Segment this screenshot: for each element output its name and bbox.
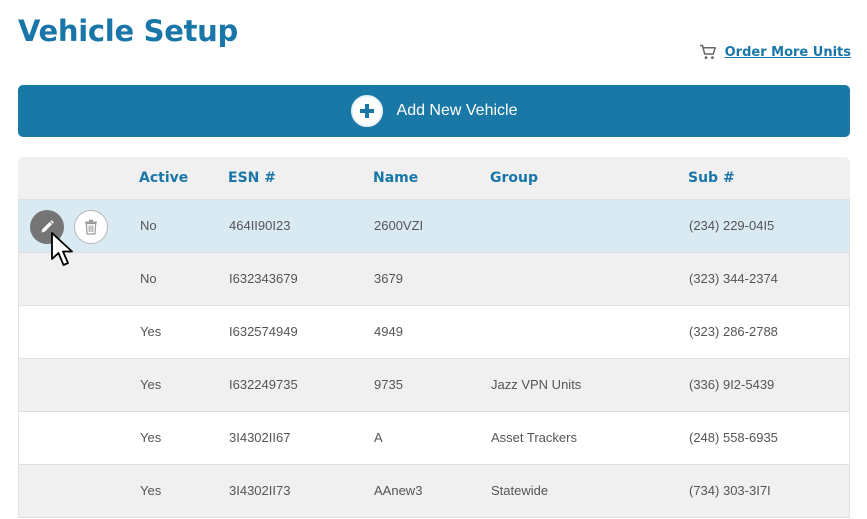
cell-sub: (336) 9I2-5439 [689,377,775,392]
cell-active: Yes [140,483,162,498]
cell-name: A [374,430,383,445]
cell-group: Statewide [491,483,549,498]
cell-esn: 464II90I23 [229,218,291,233]
cell-name: AAnew3 [374,483,423,498]
cell-group: Jazz VPN Units [491,377,582,392]
cell-name: 9735 [374,377,403,392]
table-row[interactable]: Yes 3I4302II67 A Asset Trackers (248) 55… [18,412,850,465]
cell-esn: I632343679 [229,271,298,286]
cart-icon [699,44,716,59]
cell-esn: 3I4302II73 [229,483,291,498]
table-header: Active ESN # Name Group Sub # [18,157,850,200]
page-title: Vehicle Setup [18,14,238,48]
order-more-units-link[interactable]: Order More Units [699,44,851,60]
cell-esn: 3I4302II67 [229,430,291,445]
cell-active: Yes [140,324,162,339]
cell-group: Asset Trackers [491,430,577,445]
cell-esn: I632574949 [229,324,298,339]
cell-sub: (323) 286-2788 [689,324,778,339]
header-name[interactable]: Name [373,170,418,186]
mouse-pointer-icon [51,232,73,266]
header-group[interactable]: Group [490,170,538,186]
add-new-vehicle-label: Add New Vehicle [396,102,518,119]
plus-circle-icon [350,95,383,127]
cell-name: 2600VZI [374,218,424,233]
cell-active: No [140,271,157,286]
vehicle-table: Active ESN # Name Group Sub # No 464II90… [18,157,850,518]
add-new-vehicle-button[interactable]: Add New Vehicle [18,85,850,137]
table-row[interactable]: No 464II90I23 2600VZI (234) 229-04I5 [18,200,850,253]
delete-button[interactable] [74,210,108,244]
trash-icon [85,219,97,235]
table-row[interactable]: No I632343679 3679 (323) 344-2374 [18,253,850,306]
table-row[interactable]: Yes 3I4302II73 AAnew3 Statewide (734) 30… [18,465,850,518]
cell-sub: (323) 344-2374 [689,271,778,286]
cell-name: 4949 [374,324,403,339]
table-row[interactable]: Yes I632574949 4949 (323) 286-2788 [18,306,850,359]
cell-sub: (248) 558-6935 [689,430,778,445]
cell-esn: I632249735 [229,377,298,392]
cell-active: Yes [140,430,162,445]
header-sub[interactable]: Sub # [688,170,735,186]
cell-sub: (734) 303-3I7I [689,483,771,498]
table-row[interactable]: Yes I632249735 9735 Jazz VPN Units (336)… [18,359,850,412]
header-esn[interactable]: ESN # [228,170,276,186]
cell-active: Yes [140,377,162,392]
order-more-units-label: Order More Units [724,44,851,60]
cell-name: 3679 [374,271,403,286]
header-active[interactable]: Active [139,170,188,186]
cell-active: No [140,218,157,233]
cell-sub: (234) 229-04I5 [689,218,775,233]
